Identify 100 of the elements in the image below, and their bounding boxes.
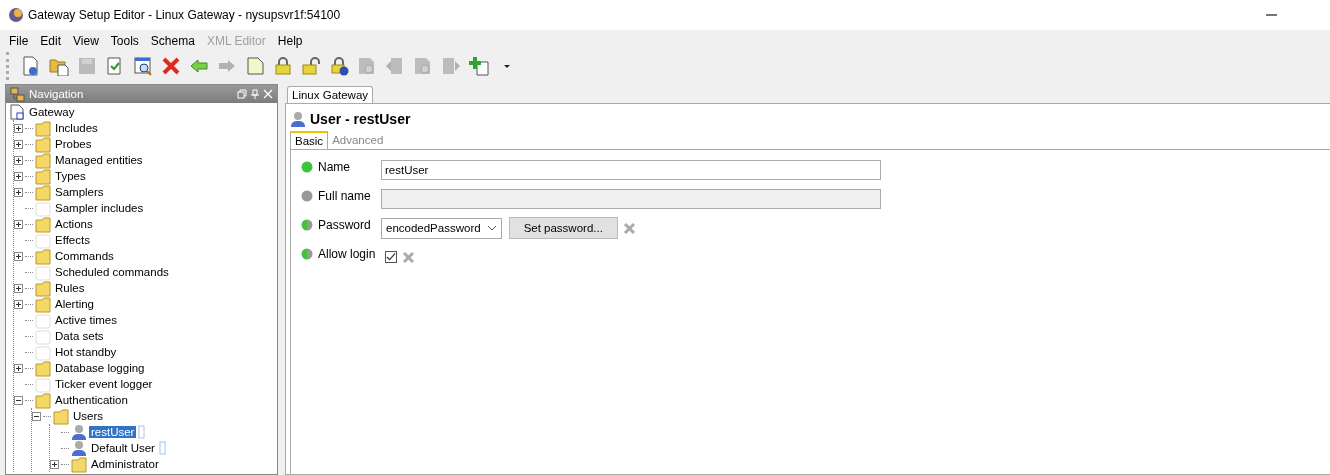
tree-item[interactable]: Active times: [53, 314, 119, 326]
add-icon: [468, 56, 489, 76]
folder-icon: [35, 135, 51, 153]
folder-icon: [35, 215, 51, 233]
menu-item[interactable]: File: [3, 34, 35, 48]
document-arrow-icon: [440, 56, 461, 76]
tree-item[interactable]: Gateway: [27, 106, 77, 118]
tree-item[interactable]: Types: [53, 170, 88, 182]
folder-icon: [53, 407, 69, 425]
user-icon: [290, 110, 306, 128]
expand-toggle[interactable]: [14, 171, 23, 181]
clear-icon: [622, 221, 636, 235]
folder-icon: [35, 295, 51, 313]
expand-toggle[interactable]: [14, 219, 23, 229]
menu-item[interactable]: Schema: [144, 34, 201, 48]
tree-item[interactable]: Authentication: [53, 394, 130, 406]
folder-icon: [35, 391, 51, 409]
tree-item[interactable]: Commands: [53, 250, 116, 262]
expand-toggle[interactable]: [14, 299, 23, 309]
document-search-icon: [356, 56, 377, 76]
lock-info-icon: [328, 56, 349, 76]
expand-toggle[interactable]: [14, 155, 23, 165]
editor-title: User - restUser: [310, 111, 411, 127]
tree-item[interactable]: Alerting: [53, 298, 96, 310]
tree-item[interactable]: Sampler includes: [53, 202, 146, 214]
toolbar-button[interactable]: [131, 55, 154, 77]
user-icon: [71, 439, 87, 457]
clear-icon: [402, 250, 415, 264]
tree-item[interactable]: Includes: [53, 122, 100, 134]
pin-icon: [250, 89, 260, 99]
toolbar-button[interactable]: [299, 55, 322, 77]
delete-icon: [160, 56, 181, 76]
collapse-toggle[interactable]: [32, 411, 41, 421]
text-field[interactable]: [381, 189, 881, 209]
field-label: Password: [318, 218, 372, 232]
menu-item[interactable]: View: [67, 34, 105, 48]
note-icon: [244, 56, 265, 76]
tree-item[interactable]: Probes: [53, 138, 94, 150]
tree-item[interactable]: Managed entities: [53, 154, 145, 166]
document-search-icon: [412, 56, 433, 76]
tree-item[interactable]: Default User: [89, 442, 157, 454]
expand-toggle[interactable]: [14, 251, 23, 261]
field-label: Full name: [318, 189, 372, 203]
tree-item[interactable]: Rules: [53, 282, 87, 294]
field-label: Allow login: [318, 247, 376, 261]
folder-icon: [35, 247, 51, 265]
marker-icon: [138, 425, 146, 439]
marker-icon: [158, 441, 166, 455]
close-icon: [263, 89, 273, 99]
expand-toggle[interactable]: [14, 283, 23, 293]
folder-icon: [35, 119, 51, 137]
folder-icon: [35, 151, 51, 169]
tree-item[interactable]: Administrator: [89, 458, 161, 470]
text-field[interactable]: restUser: [381, 160, 881, 180]
expand-toggle[interactable]: [14, 363, 23, 373]
unlocked-lock-icon: [300, 56, 321, 76]
window-title: Gateway Setup Editor - Linux Gateway - nysupsvr1f:54100: [28, 8, 341, 22]
menu-item[interactable]: Help: [271, 34, 309, 48]
folder-icon: [71, 455, 87, 473]
expand-toggle[interactable]: [14, 139, 23, 149]
folder-icon: [35, 359, 51, 377]
expand-toggle[interactable]: [14, 123, 23, 133]
tab[interactable]: Advanced: [328, 131, 388, 149]
tree-item[interactable]: Ticker event logger: [53, 378, 155, 390]
checkbox[interactable]: [385, 251, 397, 263]
tree-item[interactable]: Effects: [53, 234, 92, 246]
set-password-button[interactable]: Set password...: [508, 217, 618, 239]
document-tab[interactable]: Linux Gateway: [287, 86, 374, 103]
restore-icon: [237, 89, 247, 99]
tab[interactable]: Basic: [290, 131, 329, 150]
tree-item[interactable]: Hot standby: [53, 346, 119, 358]
menu-item[interactable]: Tools: [104, 34, 145, 48]
tree-item[interactable]: restUser: [89, 426, 137, 438]
tree-icon: [10, 86, 25, 102]
expand-toggle[interactable]: [14, 187, 23, 197]
field-label: Name: [318, 160, 351, 174]
menu-item[interactable]: Edit: [34, 34, 68, 48]
check-icon: [386, 252, 396, 262]
tree-item[interactable]: Scheduled commands: [53, 266, 171, 278]
tree-item[interactable]: Users: [71, 410, 106, 422]
tree-item[interactable]: Data sets: [53, 330, 106, 342]
lock-icon: [272, 56, 293, 76]
caret-icon: [503, 64, 510, 68]
document-icon: [9, 104, 25, 120]
chevron-icon: [486, 224, 497, 232]
document-arrow-icon: [384, 56, 405, 76]
folder-icon: [35, 167, 51, 185]
panel-title: Navigation: [29, 88, 84, 100]
new-document-icon: [20, 56, 41, 76]
collapse-toggle[interactable]: [14, 395, 23, 405]
folder-icon: [48, 56, 69, 76]
expand-toggle[interactable]: [50, 459, 59, 469]
dropdown[interactable]: encodedPassword: [381, 217, 502, 239]
toolbar-button[interactable]: [467, 55, 490, 77]
tree-item[interactable]: Database logging: [53, 362, 147, 374]
user-icon: [71, 423, 87, 441]
tree-item[interactable]: Actions: [53, 218, 95, 230]
folder-icon: [35, 183, 51, 201]
tree-item[interactable]: Samplers: [53, 186, 106, 198]
back-arrow-icon: [188, 56, 209, 76]
